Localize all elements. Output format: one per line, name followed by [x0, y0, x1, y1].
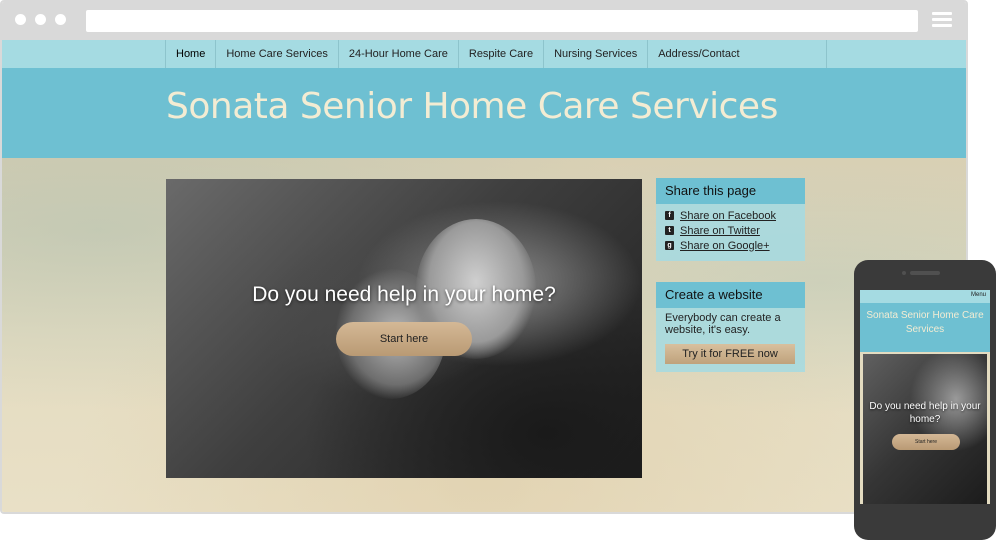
nav-item-address-contact[interactable]: Address/Contact [647, 40, 827, 68]
nav-item-nursing-services[interactable]: Nursing Services [543, 40, 647, 68]
create-website-widget: Create a website Everybody can create a … [656, 282, 805, 372]
site-header: Sonata Senior Home Care Services [2, 68, 966, 158]
nav-item-24-hour-home-care[interactable]: 24-Hour Home Care [337, 40, 458, 68]
share-facebook-link[interactable]: f Share on Facebook [665, 208, 796, 223]
mobile-hero-headline: Do you need help in your home? [869, 401, 981, 425]
window-dot-icon[interactable] [15, 14, 26, 25]
mobile-phone-mockup: Menu Sonata Senior Home Care Services Do… [854, 260, 996, 540]
mobile-screen: Menu Sonata Senior Home Care Services Do… [860, 290, 990, 504]
start-here-button[interactable]: Start here [336, 322, 472, 356]
share-widget: Share this page f Share on Facebook t Sh… [656, 178, 805, 261]
address-bar[interactable] [86, 10, 918, 32]
share-heading: Share this page [656, 178, 805, 204]
nav-menu: Home Home Care Services 24-Hour Home Car… [165, 40, 827, 68]
create-heading: Create a website [656, 282, 805, 308]
main-content: Do you need help in your home? Start her… [2, 158, 966, 512]
browser-toolbar [2, 2, 966, 40]
share-twitter-link[interactable]: t Share on Twitter [665, 223, 796, 238]
try-free-button[interactable]: Try it for FREE now [665, 344, 795, 364]
mobile-start-here-button[interactable]: Start here [892, 434, 960, 450]
mobile-site-title[interactable]: Sonata Senior Home Care Services [860, 303, 990, 352]
nav-item-home-care-services[interactable]: Home Care Services [215, 40, 337, 68]
mobile-hero-image: Do you need help in your home? Start her… [863, 354, 987, 504]
website: Home Home Care Services 24-Hour Home Car… [2, 40, 966, 512]
mobile-nav: Menu [860, 290, 990, 303]
speaker-icon [910, 271, 940, 275]
mobile-menu-button[interactable]: Menu [971, 292, 986, 298]
share-google-plus-link[interactable]: g Share on Google+ [665, 238, 796, 253]
nav-item-respite-care[interactable]: Respite Care [457, 40, 543, 68]
hamburger-menu-icon[interactable] [932, 12, 952, 28]
share-link-label[interactable]: Share on Twitter [680, 225, 760, 237]
google-plus-icon: g [665, 241, 674, 250]
share-link-label[interactable]: Share on Facebook [680, 210, 776, 222]
camera-icon [902, 271, 906, 275]
hero-headline: Do you need help in your home? [252, 283, 556, 306]
window-dot-icon[interactable] [35, 14, 46, 25]
twitter-icon: t [665, 226, 674, 235]
top-navigation: Home Home Care Services 24-Hour Home Car… [2, 40, 966, 68]
create-description: Everybody can create a website, it's eas… [665, 312, 781, 336]
browser-window: Home Home Care Services 24-Hour Home Car… [0, 0, 968, 514]
share-list: f Share on Facebook t Share on Twitter g… [656, 204, 805, 257]
facebook-icon: f [665, 211, 674, 220]
nav-item-home[interactable]: Home [165, 40, 215, 68]
window-dot-icon[interactable] [55, 14, 66, 25]
site-title[interactable]: Sonata Senior Home Care Services [166, 86, 778, 127]
hero-image: Do you need help in your home? Start her… [166, 179, 642, 478]
share-link-label[interactable]: Share on Google+ [680, 240, 770, 252]
